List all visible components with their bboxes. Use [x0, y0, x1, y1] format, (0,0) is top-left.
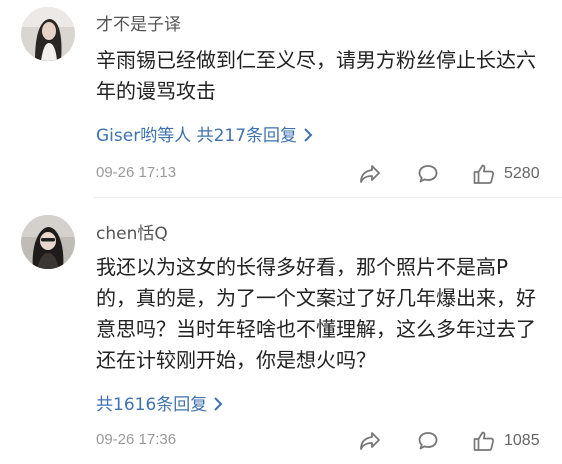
view-replies-link[interactable]: Giser哟等人 共217条回复	[96, 121, 313, 146]
thumbs-up-icon	[473, 164, 495, 184]
comment-meta-bar: 09-26 17:13 5280	[96, 161, 544, 187]
like-button[interactable]: 5280	[472, 161, 540, 187]
thumbs-up-icon	[473, 431, 495, 451]
comment-username[interactable]: chen恬Q	[96, 219, 168, 244]
share-arrow-icon	[360, 165, 380, 183]
replies-label: 共1616条回复	[96, 395, 208, 415]
avatar[interactable]	[21, 215, 75, 269]
like-count: 5280	[504, 165, 540, 182]
comment-item: chen恬Q 我还以为这女的长得多好看，那个照片不是高P 的，真的是，为了一个文…	[0, 197, 562, 464]
comment-text: 辛雨锡已经做到仁至义尽，请男方粉丝停止长达六年的谩骂攻击	[96, 48, 536, 103]
share-button[interactable]	[358, 428, 382, 454]
comment-timestamp: 09-26 17:36	[96, 431, 177, 448]
comment-bubble-icon	[418, 432, 438, 450]
comment-button[interactable]	[417, 161, 439, 187]
share-button[interactable]	[358, 161, 382, 187]
like-button[interactable]: 1085	[472, 428, 540, 454]
comment-timestamp: 09-26 17:13	[96, 164, 177, 181]
comment-text: 我还以为这女的长得多好看，那个照片不是高P 的，真的是，为了一个文案过了好几年爆…	[96, 255, 536, 372]
share-arrow-icon	[360, 432, 380, 450]
comment-button[interactable]	[417, 428, 439, 454]
comment-username[interactable]: 才不是子译	[96, 10, 181, 35]
comment-meta-bar: 09-26 17:36 1085	[96, 428, 544, 454]
chevron-right-icon	[303, 126, 313, 146]
view-replies-link[interactable]: 共1616条回复	[96, 390, 223, 415]
avatar-photo-icon	[21, 215, 75, 269]
like-count: 1085	[504, 432, 540, 449]
comment-bubble-icon	[418, 165, 438, 183]
chevron-right-icon	[213, 395, 223, 415]
avatar[interactable]	[21, 7, 75, 61]
comment-item: 才不是子译 辛雨锡已经做到仁至义尽，请男方粉丝停止长达六年的谩骂攻击 Giser…	[0, 0, 562, 197]
avatar-photo-icon	[21, 7, 75, 61]
replies-label: Giser哟等人 共217条回复	[96, 126, 298, 146]
